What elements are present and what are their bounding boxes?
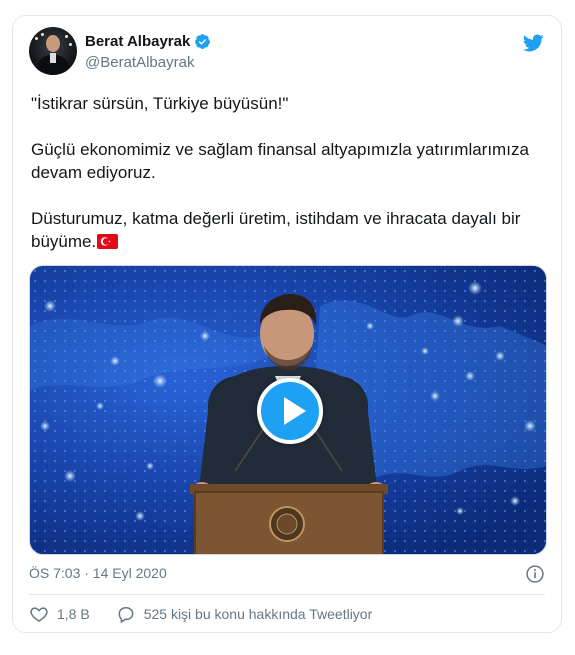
tweet-timestamp[interactable]: ÖS 7:03 · 14 Eyl 2020 bbox=[29, 565, 167, 581]
author-name[interactable]: Berat Albayrak bbox=[85, 33, 190, 50]
play-icon[interactable] bbox=[257, 378, 323, 444]
verified-badge-icon bbox=[195, 34, 211, 49]
info-icon[interactable] bbox=[525, 564, 545, 584]
avatar[interactable] bbox=[29, 27, 77, 75]
tweet-card[interactable]: Berat Albayrak @BeratAlbayrak "İstikrar … bbox=[12, 15, 562, 633]
like-button[interactable]: 1,8 B bbox=[29, 604, 90, 624]
turkey-flag-icon bbox=[97, 234, 119, 249]
author-name-row[interactable]: Berat Albayrak bbox=[85, 33, 211, 50]
tweet-text-line-3: Düsturumuz, katma değerli üretim, istihd… bbox=[31, 207, 551, 253]
tweet-header: Berat Albayrak @BeratAlbayrak bbox=[29, 26, 545, 78]
tweet-text: "İstikrar sürsün, Türkiye büyüsün!" Güçl… bbox=[31, 92, 551, 253]
like-count: 1,8 B bbox=[57, 606, 90, 622]
tweet-text-line-2: Güçlü ekonomimiz ve sağlam finansal alty… bbox=[31, 140, 529, 182]
heart-icon bbox=[30, 607, 48, 622]
tweet-text-line-1: "İstikrar sürsün, Türkiye büyüsün!" bbox=[31, 94, 289, 113]
author-handle[interactable]: @BeratAlbayrak bbox=[85, 54, 194, 71]
video-player[interactable] bbox=[29, 265, 547, 555]
twitter-bird-icon[interactable] bbox=[521, 32, 545, 54]
speech-bubble-icon bbox=[118, 607, 134, 624]
divider bbox=[29, 594, 545, 595]
conversation-button[interactable]: 525 kişi bu konu hakkında Tweetliyor bbox=[116, 604, 373, 624]
tweet-actions: 1,8 B 525 kişi bu konu hakkında Tweetliy… bbox=[29, 604, 398, 624]
conversation-label: 525 kişi bu konu hakkında Tweetliyor bbox=[143, 606, 373, 622]
